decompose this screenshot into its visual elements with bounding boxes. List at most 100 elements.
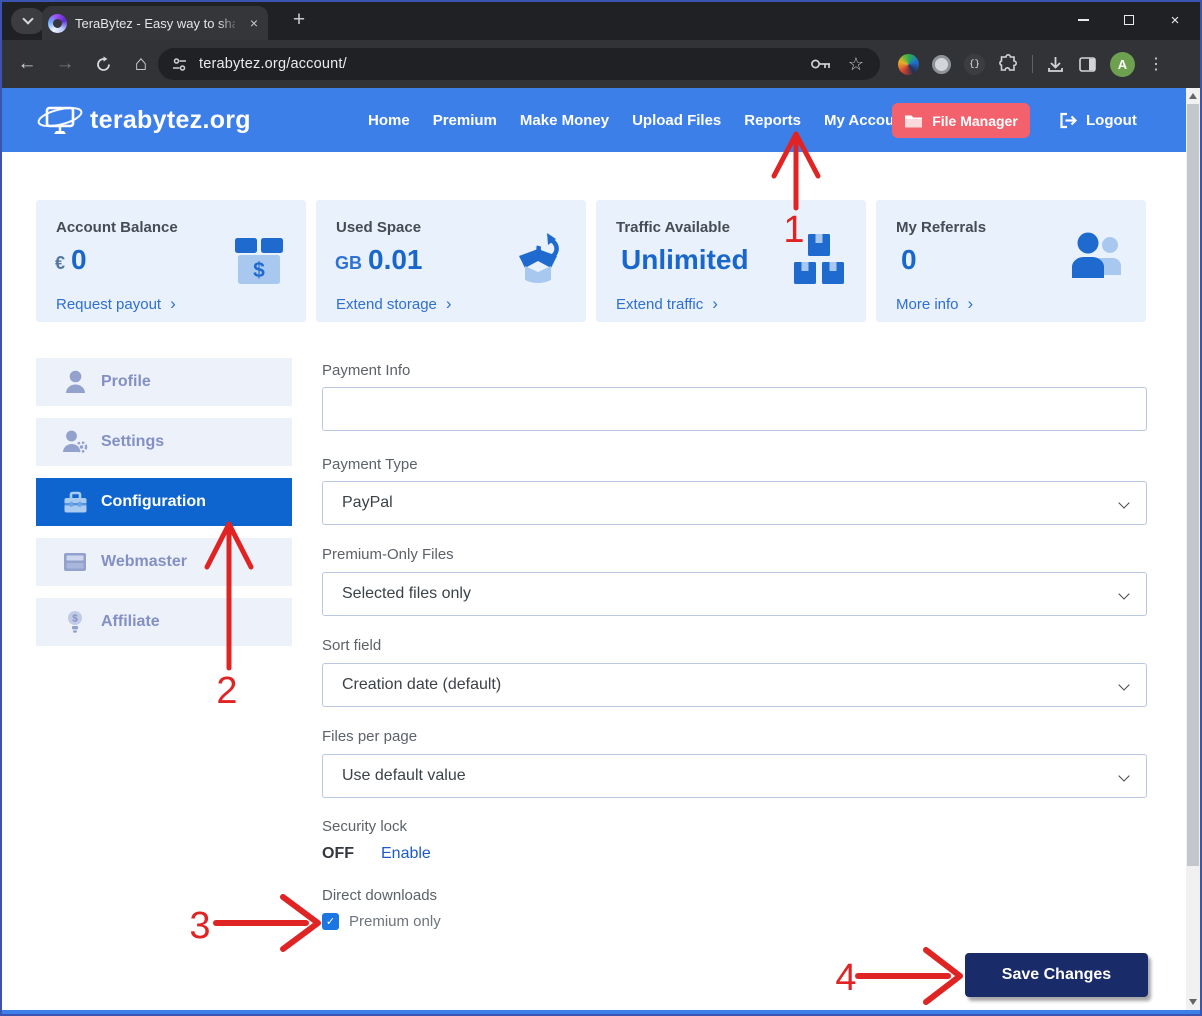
browser-window: TeraBytez - Easy way to share y × + × ← … bbox=[0, 0, 1202, 1016]
chevron-right-icon: › bbox=[446, 294, 452, 314]
payment-type-label: Payment Type bbox=[322, 456, 418, 473]
site-logo[interactable]: terabytez.org bbox=[36, 101, 251, 139]
more-info-link[interactable]: More info› bbox=[896, 294, 973, 314]
sidebar-item-configuration[interactable]: Configuration bbox=[36, 478, 292, 526]
direct-downloads-label: Direct downloads bbox=[322, 887, 437, 904]
scrollbar-down-arrow[interactable] bbox=[1186, 995, 1200, 1009]
premium-only-files-select[interactable]: Selected files only bbox=[322, 572, 1147, 616]
page-content: terabytez.org Home Premium Make Money Up… bbox=[0, 88, 1202, 1016]
svg-text:$: $ bbox=[72, 613, 78, 624]
security-lock-enable-link[interactable]: Enable bbox=[381, 845, 431, 863]
card-account-balance: Account Balance €0 Request payout› $ bbox=[36, 200, 306, 322]
sort-field-select[interactable]: Creation date (default) bbox=[322, 663, 1147, 707]
card-value: 0 bbox=[901, 244, 917, 276]
logo-text: terabytez.org bbox=[90, 106, 251, 135]
nav-links: Home Premium Make Money Upload Files Rep… bbox=[368, 88, 908, 152]
premium-only-checkbox[interactable]: ✓ bbox=[322, 913, 339, 930]
sidebar-item-profile[interactable]: Profile bbox=[36, 358, 292, 406]
page-scrollbar[interactable] bbox=[1186, 88, 1200, 1010]
boxes-icon bbox=[792, 232, 846, 286]
money-box-icon: $ bbox=[232, 232, 286, 288]
payment-type-select[interactable]: PayPal bbox=[322, 481, 1147, 525]
back-button[interactable]: ← bbox=[12, 48, 42, 80]
card-value: 0.01 bbox=[368, 244, 423, 276]
extensions-puzzle-icon[interactable] bbox=[998, 54, 1019, 75]
idm-extension-icon[interactable] bbox=[898, 54, 919, 75]
site-settings-icon[interactable] bbox=[171, 56, 188, 73]
referrals-people-icon bbox=[1068, 232, 1126, 284]
file-manager-label: File Manager bbox=[932, 113, 1018, 129]
scrollbar-up-arrow[interactable] bbox=[1186, 89, 1200, 103]
chevron-down-icon bbox=[1118, 497, 1129, 508]
card-title: Traffic Available bbox=[616, 219, 730, 236]
currency-prefix: € bbox=[55, 253, 65, 274]
tab-search-button[interactable] bbox=[11, 8, 45, 34]
request-payout-link[interactable]: Request payout› bbox=[56, 294, 176, 314]
chevron-down-icon bbox=[1118, 770, 1129, 781]
payment-info-input[interactable] bbox=[322, 387, 1147, 431]
forward-button[interactable]: → bbox=[50, 48, 80, 80]
bookmark-star-icon[interactable]: ☆ bbox=[848, 54, 864, 75]
nav-make-money[interactable]: Make Money bbox=[520, 112, 609, 129]
extend-traffic-link[interactable]: Extend traffic› bbox=[616, 294, 718, 314]
code-badge-extension-icon[interactable]: {} bbox=[964, 54, 985, 75]
sidebar-item-settings[interactable]: Settings bbox=[36, 418, 292, 466]
tab-close-icon[interactable]: × bbox=[250, 15, 258, 31]
browser-titlebar: TeraBytez - Easy way to share y × + × bbox=[0, 0, 1202, 40]
nav-home[interactable]: Home bbox=[368, 112, 410, 129]
payment-info-label: Payment Info bbox=[322, 362, 410, 379]
browser-menu-icon[interactable]: ⋮ bbox=[1148, 54, 1164, 74]
minimize-icon bbox=[1078, 19, 1089, 21]
downloads-icon[interactable] bbox=[1046, 55, 1065, 74]
new-tab-button[interactable]: + bbox=[286, 7, 312, 33]
save-changes-button[interactable]: Save Changes bbox=[965, 953, 1148, 997]
address-bar[interactable]: terabytez.org/account/ ☆ bbox=[158, 48, 880, 80]
user-icon bbox=[62, 370, 88, 394]
browser-tab[interactable]: TeraBytez - Easy way to share y × bbox=[42, 6, 268, 40]
toolbox-icon bbox=[62, 491, 88, 514]
profile-avatar[interactable]: A bbox=[1110, 52, 1135, 77]
sort-field-label: Sort field bbox=[322, 637, 381, 654]
sidebar-item-affiliate[interactable]: $ Affiliate bbox=[36, 598, 292, 646]
premium-only-files-label: Premium-Only Files bbox=[322, 546, 454, 563]
home-button[interactable]: ⌂ bbox=[126, 48, 156, 80]
card-title: Used Space bbox=[336, 219, 421, 236]
sidebar-item-webmaster[interactable]: Webmaster bbox=[36, 538, 292, 586]
reload-button[interactable] bbox=[88, 48, 118, 80]
site-favicon-icon bbox=[48, 14, 67, 33]
file-manager-button[interactable]: File Manager bbox=[892, 103, 1030, 138]
nav-upload-files[interactable]: Upload Files bbox=[632, 112, 721, 129]
url-text[interactable]: terabytez.org/account/ bbox=[199, 56, 347, 72]
security-lock-status: OFF bbox=[322, 845, 354, 863]
site-navbar: terabytez.org Home Premium Make Money Up… bbox=[0, 88, 1202, 152]
logout-button[interactable]: Logout bbox=[1058, 88, 1137, 152]
chevron-right-icon: › bbox=[968, 294, 974, 314]
password-key-icon[interactable] bbox=[810, 57, 832, 71]
window-maximize-button[interactable] bbox=[1106, 0, 1152, 40]
window-minimize-button[interactable] bbox=[1060, 0, 1106, 40]
maximize-icon bbox=[1124, 15, 1134, 25]
card-value: Unlimited bbox=[621, 244, 749, 276]
tab-title-fade bbox=[218, 12, 240, 34]
card-my-referrals: My Referrals 0 More info› bbox=[876, 200, 1146, 322]
files-per-page-select[interactable]: Use default value bbox=[322, 754, 1147, 798]
extension-circle-icon[interactable] bbox=[932, 55, 951, 74]
user-gear-icon bbox=[62, 430, 88, 454]
footer-strip bbox=[0, 1010, 1202, 1016]
toolbar-separator bbox=[1032, 55, 1033, 73]
card-traffic-available: Traffic Available Unlimited Extend traff… bbox=[596, 200, 866, 322]
open-box-icon bbox=[510, 232, 566, 288]
chevron-down-icon bbox=[22, 13, 33, 24]
side-panel-icon[interactable] bbox=[1078, 55, 1097, 74]
logout-icon bbox=[1058, 111, 1078, 130]
nav-premium[interactable]: Premium bbox=[433, 112, 497, 129]
monitor-orbit-logo-icon bbox=[36, 101, 84, 139]
extend-storage-link[interactable]: Extend storage› bbox=[336, 294, 452, 314]
scrollbar-thumb[interactable] bbox=[1187, 104, 1199, 866]
chevron-right-icon: › bbox=[712, 294, 718, 314]
window-close-button[interactable]: × bbox=[1152, 0, 1198, 40]
browser-card-icon bbox=[62, 552, 88, 572]
security-lock-label: Security lock bbox=[322, 818, 407, 835]
chevron-right-icon: › bbox=[170, 294, 176, 314]
nav-reports[interactable]: Reports bbox=[744, 112, 801, 129]
